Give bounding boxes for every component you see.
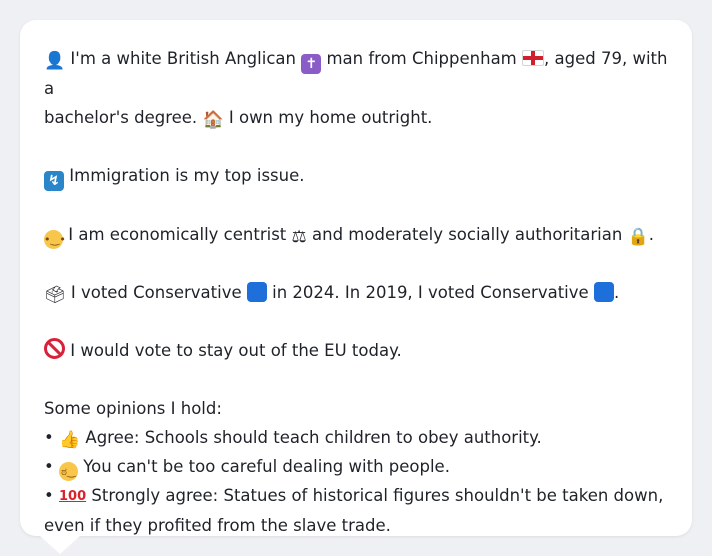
vote-text-b: in 2024. In 2019, I voted Conservative xyxy=(272,283,589,302)
issue-text: Immigration is my top issue. xyxy=(69,166,305,185)
intro-text-d: bachelor's degree. xyxy=(44,108,198,127)
thinking-face-icon: •‿• xyxy=(44,230,66,249)
economic-text-b: and moderately socially authoritarian xyxy=(312,225,623,244)
bubble-tail xyxy=(40,536,80,554)
person-icon: 👤 xyxy=(44,51,66,71)
list-item: • 👍 Agree: Schools should teach children… xyxy=(44,428,542,450)
ideology-paragraph: •‿• I am economically centrist ⚖ and mod… xyxy=(44,220,668,249)
economic-text-c: . xyxy=(648,225,654,244)
list-item: • 100 Strongly agree: Statues of histori… xyxy=(44,481,668,511)
prohibited-icon xyxy=(44,338,65,359)
chat-message-bubble: 👤 I'm a white British Anglican ✝ man fro… xyxy=(20,20,692,536)
blue-square-icon xyxy=(246,282,267,302)
issue-paragraph: ↯ Immigration is my top issue. xyxy=(44,161,668,191)
cross-icon: ✝ xyxy=(301,54,322,74)
hundred-points-icon: 100 xyxy=(58,489,87,504)
intro-text-b: man from Chippenham xyxy=(326,49,517,68)
scales-icon: ⚖ xyxy=(291,227,307,247)
vote-text-a: I voted Conservative xyxy=(70,283,242,302)
lock-icon: 🔒 xyxy=(627,227,649,247)
opinions-heading: Some opinions I hold: xyxy=(44,399,222,418)
list-item-continuation: even if they profited from the slave tra… xyxy=(44,516,391,535)
intro-text-e: I own my home outright. xyxy=(228,108,433,127)
house-icon: 🏠 xyxy=(202,110,224,130)
england-flag-icon xyxy=(522,50,545,66)
vote-text-c: . xyxy=(613,283,620,302)
immigration-icon: ↯ xyxy=(44,171,64,191)
list-item: • ಠ‿ You can't be too careful dealing wi… xyxy=(44,452,668,481)
raised-eyebrow-face-icon: ಠ‿ xyxy=(58,462,78,481)
ballot-box-icon: 🗳 xyxy=(44,285,66,305)
eu-paragraph: I would vote to stay out of the EU today… xyxy=(44,336,668,365)
economic-text-a: I am economically centrist xyxy=(68,225,287,244)
opinions-paragraph: Some opinions I hold: • 👍 Agree: Schools… xyxy=(44,394,668,540)
thumbs-up-icon: 👍 xyxy=(58,430,81,450)
intro-text-a: I'm a white British Anglican xyxy=(70,49,296,68)
vote-paragraph: 🗳 I voted Conservative in 2024. In 2019,… xyxy=(44,278,668,307)
intro-paragraph: 👤 I'm a white British Anglican ✝ man fro… xyxy=(44,44,668,132)
blue-square-icon xyxy=(593,282,614,302)
eu-text: I would vote to stay out of the EU today… xyxy=(70,341,402,360)
